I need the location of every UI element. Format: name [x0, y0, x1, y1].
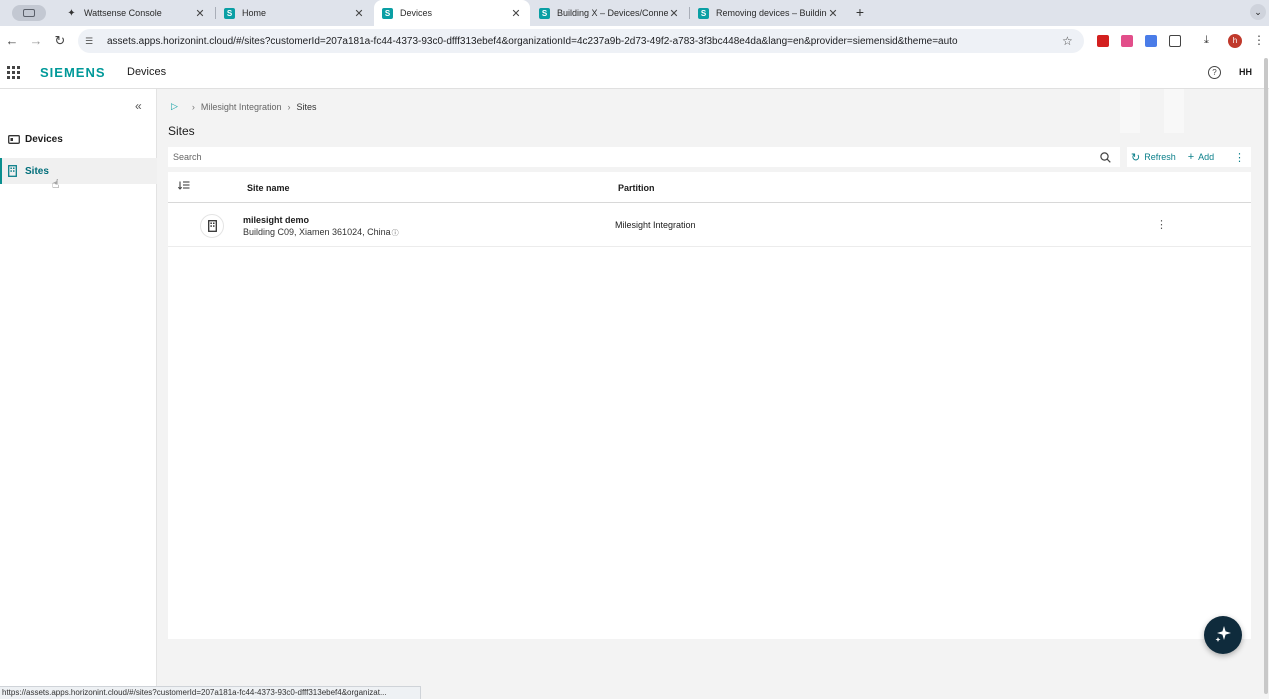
close-icon[interactable]: ✕	[510, 7, 522, 20]
plus-icon: +	[1187, 151, 1195, 163]
tab-search-button[interactable]	[12, 5, 46, 21]
site-partition: Milesight Integration	[615, 220, 696, 230]
s-icon: S	[224, 7, 235, 19]
breadcrumb-item[interactable]: Milesight Integration	[201, 102, 282, 112]
s-icon: S	[539, 7, 550, 19]
browser-toolbar: ← → ↻ ☰ assets.apps.horizonint.cloud/#/s…	[0, 26, 1269, 56]
more-options-icon[interactable]: ⋮	[1234, 151, 1245, 164]
wattsense-icon: ✦	[67, 7, 76, 19]
table-header: Site name Partition	[168, 172, 1251, 203]
hand-cursor-icon: ☝	[52, 177, 60, 191]
site-info-icon[interactable]: ☰	[85, 36, 97, 47]
help-icon[interactable]: ?	[1208, 66, 1221, 79]
chevron-right-icon: ›	[287, 101, 291, 112]
header-placeholder	[1120, 89, 1140, 133]
search-input[interactable]	[168, 152, 1100, 162]
chevron-right-icon: ›	[191, 101, 195, 112]
search-bar	[168, 147, 1120, 167]
sidebar-item-devices[interactable]: Devices	[0, 126, 157, 152]
url-text: assets.apps.horizonint.cloud/#/sites?cus…	[107, 35, 958, 47]
column-header-site-name[interactable]: Site name	[247, 183, 290, 193]
collapse-sidebar-icon[interactable]: «	[135, 99, 142, 113]
back-icon[interactable]: ←	[4, 33, 20, 49]
browser-tab-strip: ✦ Wattsense Console ✕ S Home ✕ S Devices…	[0, 0, 1269, 26]
breadcrumb-root-icon[interactable]: ▷	[171, 101, 178, 112]
app-launcher-icon[interactable]	[7, 66, 20, 79]
info-icon[interactable]: ⓘ	[392, 230, 399, 237]
download-icon[interactable]: ⤓	[1204, 34, 1209, 47]
sidebar-item-sites[interactable]: Sites	[0, 158, 157, 184]
app-header: SIEMENS Devices ? HH	[0, 56, 1269, 89]
refresh-button[interactable]: ↻ Refresh	[1131, 151, 1176, 164]
browser-tab-wattsense[interactable]: ✦ Wattsense Console ✕	[58, 0, 214, 26]
chevron-down-icon[interactable]: ⌄	[1250, 4, 1266, 20]
siemens-logo: SIEMENS	[40, 65, 106, 80]
tab-title: Wattsense Console	[84, 8, 162, 18]
sort-icon[interactable]	[177, 181, 190, 192]
building-icon	[200, 214, 224, 238]
close-icon[interactable]: ✕	[668, 7, 680, 20]
forward-icon[interactable]: →	[28, 33, 44, 49]
translate-extension-icon[interactable]	[1145, 35, 1157, 47]
close-icon[interactable]: ✕	[827, 7, 839, 20]
close-icon[interactable]: ✕	[194, 7, 206, 20]
tab-title: Removing devices – Building	[716, 8, 827, 18]
search-icon[interactable]	[1100, 151, 1114, 163]
header-placeholder	[1164, 89, 1184, 133]
app-name: Devices	[127, 66, 167, 78]
ai-assistant-button[interactable]	[1204, 616, 1242, 654]
status-bar-url: https://assets.apps.horizonint.cloud/#/s…	[0, 686, 421, 699]
browser-tab-building-x[interactable]: S Building X – Devices/Connecti ✕	[531, 0, 688, 26]
tab-title: Home	[242, 8, 267, 18]
sidebar-item-label: Sites	[25, 165, 49, 177]
address-bar[interactable]: ☰ assets.apps.horizonint.cloud/#/sites?c…	[78, 29, 1084, 53]
extension-red-icon[interactable]	[1097, 35, 1109, 47]
breadcrumb: ▷ › Milesight Integration › Sites	[171, 101, 316, 112]
tab-groups-icon	[23, 9, 35, 17]
page-scrollbar[interactable]	[1264, 58, 1268, 694]
profile-avatar[interactable]: h	[1228, 34, 1242, 48]
devices-icon	[8, 134, 20, 144]
browser-menu-icon[interactable]: ⋮	[1253, 33, 1265, 47]
site-address-text: Building C09, Xiamen 361024, China	[243, 227, 391, 237]
browser-tab-removing-devices[interactable]: S Removing devices – Building ✕	[690, 0, 847, 26]
table-row[interactable]: milesight demo Building C09, Xiamen 3610…	[168, 204, 1251, 247]
extension-pink-icon[interactable]	[1121, 35, 1133, 47]
sidebar-item-label: Devices	[25, 133, 63, 145]
user-avatar[interactable]: HH	[1239, 67, 1252, 77]
sidebar: « Devices Sites ☝	[0, 89, 157, 687]
new-tab-icon[interactable]: +	[852, 4, 868, 20]
add-button[interactable]: + Add	[1188, 151, 1214, 163]
table-actions: ↻ Refresh + Add ⋮	[1127, 147, 1251, 167]
building-icon	[8, 165, 20, 177]
bookmark-star-icon[interactable]: ☆	[1062, 34, 1076, 48]
extensions-puzzle-icon[interactable]	[1169, 35, 1181, 47]
breadcrumb-current: Sites	[296, 101, 317, 112]
page-title: Sites	[168, 124, 195, 138]
sites-table: Site name Partition milesight demo Build…	[168, 172, 1251, 639]
s-icon: S	[382, 7, 393, 19]
tab-title: Devices	[400, 8, 433, 18]
browser-tab-home[interactable]: S Home ✕	[216, 0, 373, 26]
browser-tab-devices[interactable]: S Devices ✕	[374, 0, 530, 26]
s-icon: S	[698, 7, 709, 19]
add-label: Add	[1198, 152, 1215, 162]
close-icon[interactable]: ✕	[353, 7, 365, 20]
column-header-partition[interactable]: Partition	[618, 183, 655, 193]
sparkle-icon	[1214, 625, 1232, 646]
refresh-icon: ↻	[1131, 151, 1141, 164]
site-address: Building C09, Xiamen 361024, Chinaⓘ	[243, 227, 399, 238]
refresh-label: Refresh	[1144, 152, 1176, 162]
site-name: milesight demo	[243, 215, 310, 225]
tab-title: Building X – Devices/Connecti	[557, 8, 668, 18]
row-menu-icon[interactable]: ⋮	[1156, 218, 1167, 231]
reload-icon[interactable]: ↻	[52, 33, 68, 49]
